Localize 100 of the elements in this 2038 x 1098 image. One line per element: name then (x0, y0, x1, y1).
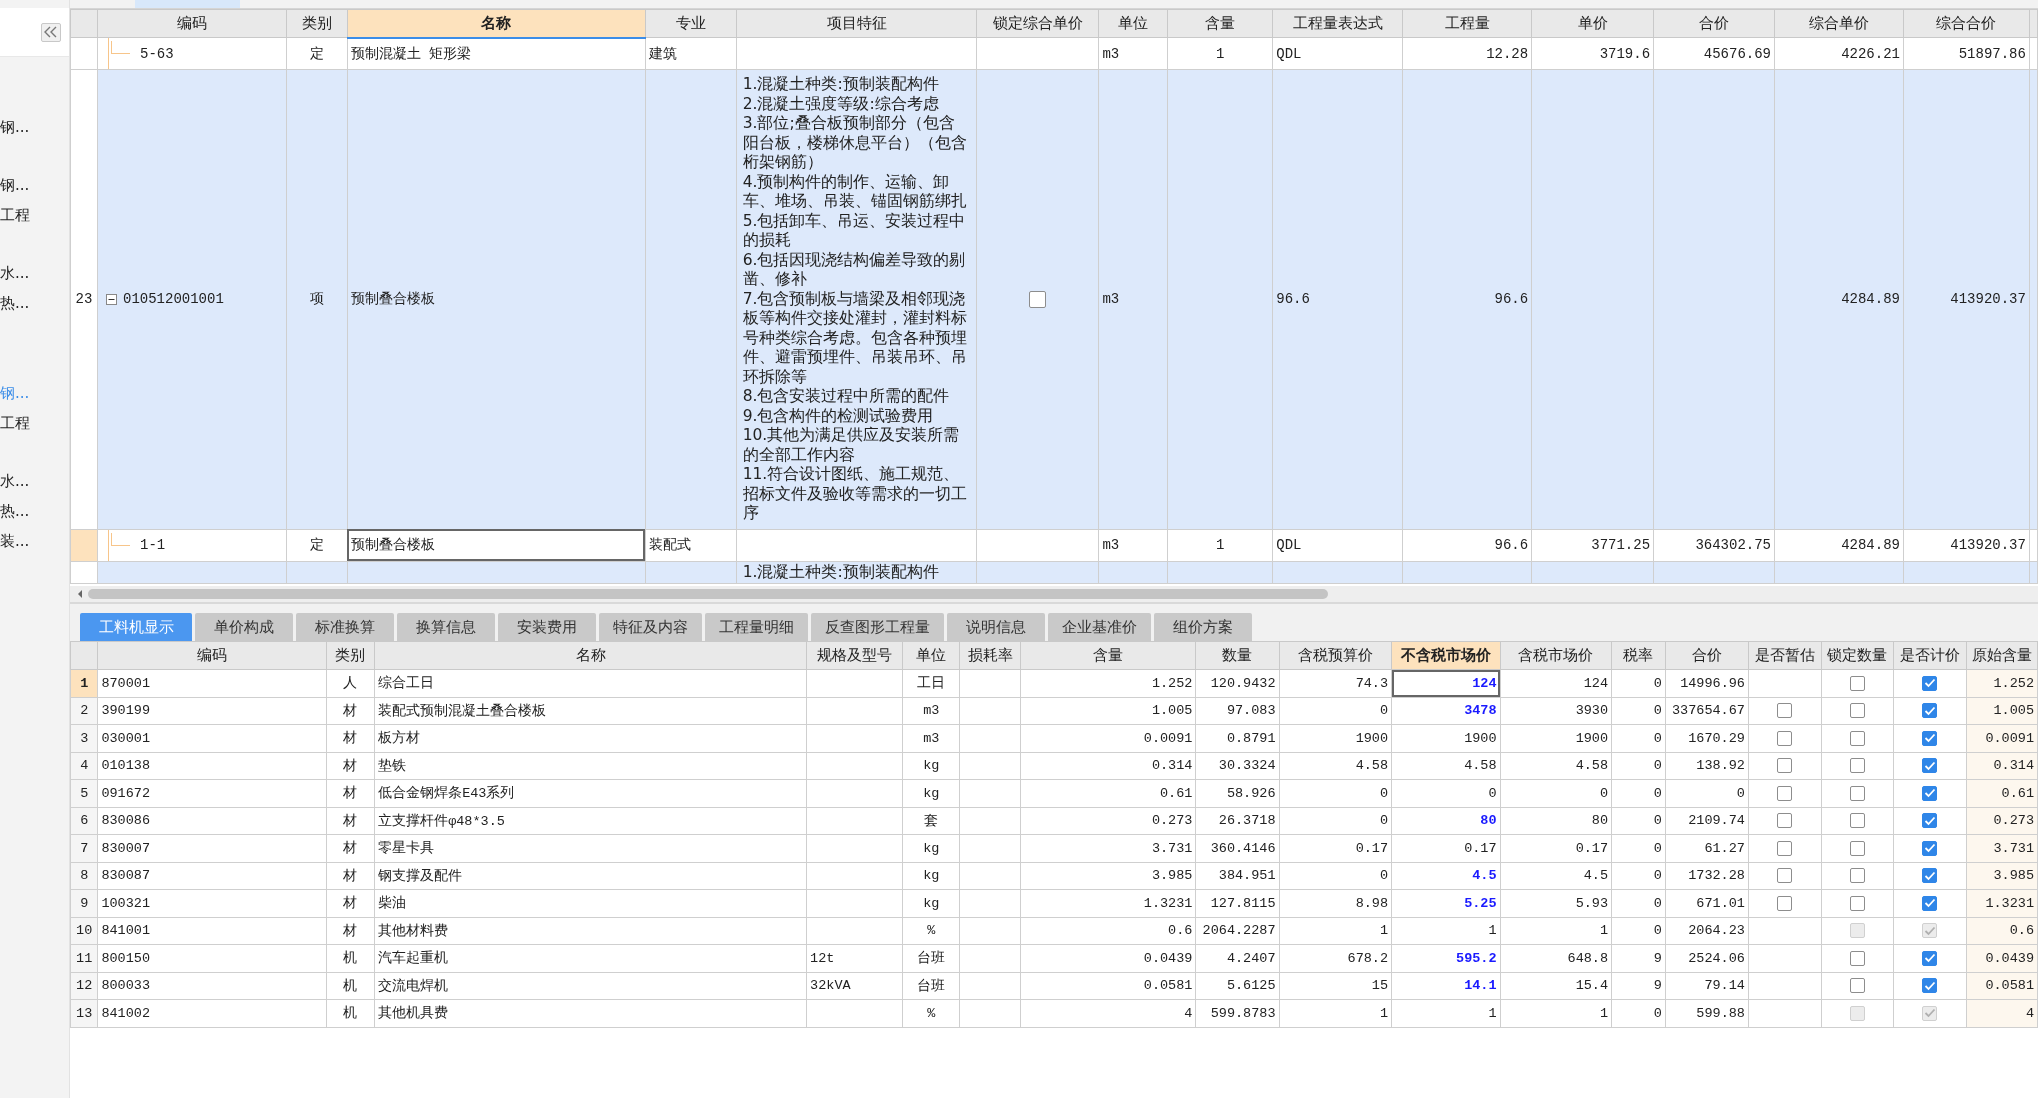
column-header[interactable]: 是否计价 (1893, 641, 1967, 670)
checkbox[interactable] (1849, 813, 1865, 829)
checkbox[interactable] (1777, 840, 1793, 856)
column-header[interactable]: 工程量 (1402, 9, 1532, 38)
checkbox[interactable] (1777, 758, 1793, 774)
checkbox[interactable] (1777, 730, 1793, 746)
column-header[interactable]: 合价 (1665, 641, 1749, 670)
checkbox[interactable] (1922, 785, 1938, 801)
column-header[interactable]: 类别 (326, 641, 375, 670)
column-header[interactable]: 工程量表达式 (1272, 9, 1403, 38)
tab[interactable]: 组价方案 (1154, 613, 1252, 641)
table-cell: 74.3 (1355, 675, 1389, 691)
sidebar-item[interactable]: 热... (0, 496, 69, 526)
column-header[interactable]: 名称 (347, 9, 646, 38)
table-cell: 45676.69 (1703, 45, 1772, 62)
table-cell: m3 (1102, 537, 1120, 553)
checkbox[interactable] (1849, 675, 1865, 691)
checkbox[interactable] (1849, 895, 1865, 911)
collapse-button[interactable] (41, 22, 61, 42)
checkbox[interactable] (1922, 758, 1938, 774)
checkbox[interactable] (1849, 840, 1865, 856)
checkbox[interactable] (1922, 978, 1938, 994)
column-header[interactable]: 锁定综合单价 (976, 9, 1099, 38)
column-header[interactable]: 是否暂估 (1748, 641, 1822, 670)
checkbox[interactable] (1922, 950, 1938, 966)
table-cell: 0 (1653, 868, 1662, 884)
tab[interactable]: 安装费用 (498, 613, 596, 641)
column-header[interactable]: 含量 (1167, 9, 1273, 38)
sidebar-item[interactable]: 钢... (0, 170, 69, 200)
column-header[interactable]: 项目特征 (736, 9, 977, 38)
column-header[interactable]: 综合单价 (1774, 9, 1904, 38)
column-header[interactable]: 含税市场价 (1500, 641, 1612, 670)
tab[interactable]: 工程量明细 (705, 613, 808, 641)
checkbox[interactable] (1849, 703, 1865, 719)
table-cell: 12t (810, 950, 835, 966)
tab[interactable]: 特征及内容 (599, 613, 702, 641)
checkbox[interactable] (1922, 813, 1938, 829)
column-header[interactable]: 损耗率 (959, 641, 1021, 670)
table-cell: 4.58 (1575, 758, 1609, 774)
collapse-toggle[interactable] (106, 293, 117, 305)
table-cell: 0.0439 (1143, 950, 1193, 966)
checkbox[interactable] (1922, 730, 1938, 746)
checkbox[interactable] (1922, 703, 1938, 719)
column-header[interactable]: 数量 (1195, 641, 1280, 670)
checkbox[interactable] (1849, 730, 1865, 746)
checkbox[interactable] (1777, 895, 1793, 911)
checkbox[interactable] (1777, 813, 1793, 829)
column-header[interactable]: 不含税市场价 (1391, 641, 1501, 670)
checkbox[interactable] (1922, 895, 1938, 911)
checkbox[interactable] (1849, 758, 1865, 774)
checkbox[interactable] (1777, 703, 1793, 719)
sidebar-item[interactable]: 水... (0, 466, 69, 496)
column-header[interactable]: 原始含量 (1966, 641, 2038, 670)
column-header[interactable]: 名称 (374, 641, 807, 670)
checkbox[interactable] (1922, 675, 1938, 691)
scrollbar[interactable] (70, 586, 2038, 602)
sidebar-item[interactable]: 热... (0, 288, 69, 318)
tab[interactable]: 说明信息 (947, 613, 1045, 641)
column-header[interactable]: 专业 (645, 9, 737, 38)
column-header[interactable]: 单价 (1531, 9, 1654, 38)
tab[interactable]: 标准换算 (296, 613, 394, 641)
sidebar-item[interactable]: 水... (0, 258, 69, 288)
column-header[interactable]: 单位 (1098, 9, 1168, 38)
checkbox[interactable] (1849, 868, 1865, 884)
column-header[interactable]: 含量 (1020, 641, 1196, 670)
tab[interactable]: 企业基准价 (1048, 613, 1151, 641)
checkbox[interactable] (1029, 290, 1047, 308)
sidebar-item[interactable]: 工程 (0, 408, 69, 438)
column-header[interactable]: 合价 (1653, 9, 1775, 38)
column-header[interactable]: 编码 (97, 641, 326, 670)
scrollbar-thumb[interactable] (88, 589, 1328, 599)
checkbox[interactable] (1922, 840, 1938, 856)
column-header[interactable]: 类别 (286, 9, 348, 38)
column-header[interactable]: 单位 (902, 641, 960, 670)
table-cell: 100321 (101, 895, 150, 911)
column-header[interactable]: 规格及型号 (806, 641, 903, 670)
tab[interactable]: 换算信息 (397, 613, 495, 641)
checkbox[interactable] (1777, 868, 1793, 884)
sidebar-item[interactable]: 装... (0, 526, 69, 556)
checkbox[interactable] (1849, 950, 1865, 966)
tab[interactable]: 单价构成 (195, 613, 293, 641)
column-header[interactable]: 含税预算价 (1279, 641, 1392, 670)
table-cell: 0 (1653, 785, 1662, 801)
checkbox[interactable] (1922, 868, 1938, 884)
checkbox[interactable] (1777, 785, 1793, 801)
feature-line: 7.包含预制板与墙梁及相邻现浇板等构件交接处灌封，灌封料标号种类综合考虑。包含各种预埋件、避雷预埋件、吊装吊环、吊环拆除等 (742, 289, 968, 387)
sidebar-item[interactable]: 工程 (0, 200, 69, 230)
table-cell: 机 (343, 951, 358, 967)
column-header[interactable]: 锁定数量 (1821, 641, 1894, 670)
checkbox[interactable] (1849, 785, 1865, 801)
column-header[interactable]: 税率 (1611, 641, 1666, 670)
scroll-left-icon[interactable] (76, 589, 84, 599)
table-cell: 0.6 (1168, 923, 1193, 939)
row-number: 7 (80, 840, 89, 856)
sidebar-item[interactable]: 钢... (0, 112, 69, 142)
column-header[interactable]: 综合合价 (1903, 9, 2030, 38)
table-cell: 0 (1599, 785, 1609, 801)
column-header[interactable]: 编码 (97, 9, 287, 38)
checkbox[interactable] (1849, 978, 1865, 994)
tab[interactable]: 反查图形工程量 (811, 613, 944, 641)
